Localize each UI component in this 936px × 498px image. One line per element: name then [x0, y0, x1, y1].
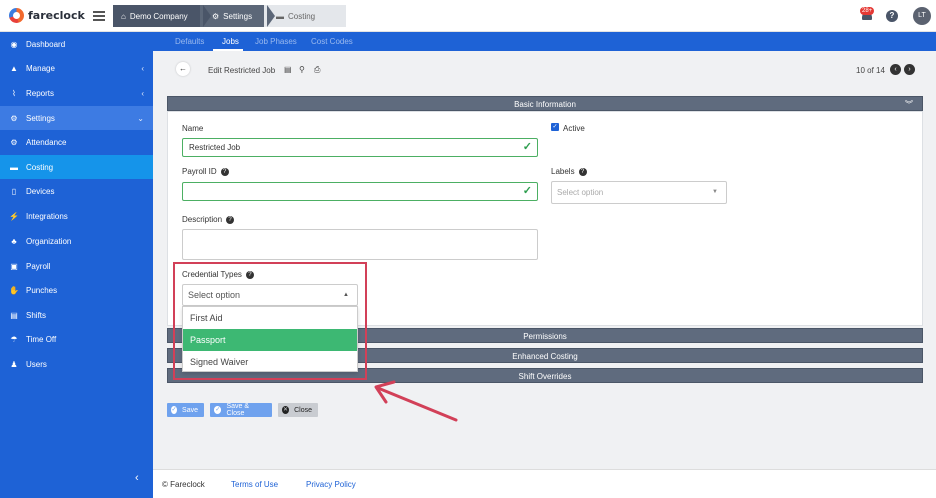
collapse-double-chevron-icon[interactable]: ︾ [905, 97, 913, 112]
attendance-icon: ⚙ [10, 137, 18, 147]
umbrella-icon: ☂ [10, 334, 18, 344]
help-icon: ? [245, 270, 254, 279]
description-textarea[interactable] [182, 229, 538, 260]
sidebar-item-devices[interactable]: ▯ Devices [0, 179, 153, 203]
gear-icon: ⚙ [10, 113, 18, 123]
tab-job-phases[interactable]: Job Phases [255, 37, 297, 46]
id-card-icon[interactable]: ▤ [284, 65, 292, 74]
credential-types-select[interactable]: Select option ▲ [182, 284, 358, 306]
sidebar-collapse-chevron-icon[interactable]: ‹ [135, 472, 139, 484]
tab-defaults[interactable]: Defaults [175, 37, 204, 46]
chevron-down-icon: ⌄ [137, 113, 144, 123]
costing-icon: ▬ [10, 162, 18, 172]
close-circle-icon: ✕ [282, 406, 290, 414]
active-checkbox[interactable]: ✓ [551, 123, 559, 131]
name-label: Name [182, 124, 204, 133]
sidebar-item-costing[interactable]: ▬ Costing [0, 155, 153, 179]
org-icon: ♣ [11, 236, 17, 246]
check-circle-icon: ✓ [214, 406, 222, 414]
binoculars-icon[interactable]: ⚲ [299, 65, 305, 74]
tab-cost-codes[interactable]: Cost Codes [311, 37, 353, 46]
caret-down-icon: ▼ [712, 189, 718, 195]
sidebar: ◉ Dashboard ▲ Manage ‹ ⌇ Reports ‹ ⚙ Setting… [0, 32, 153, 498]
pager-count: 10 of 14 [856, 66, 885, 75]
shifts-icon: ▤ [10, 310, 18, 320]
chart-icon: ⌇ [12, 88, 16, 98]
sidebar-item-users[interactable]: ♟ Users [0, 352, 153, 376]
page-title: Edit Restricted Job [208, 66, 276, 75]
hamburger-menu-icon[interactable] [93, 11, 105, 21]
gear-icon: ⚙ [212, 11, 220, 21]
sidebar-item-organization[interactable]: ♣ Organization [0, 229, 153, 253]
chevron-left-icon: ‹ [141, 63, 144, 73]
footer: © Fareclock Terms of Use Privacy Policy [153, 469, 936, 498]
annotation-arrow-icon [374, 380, 458, 422]
breadcrumb-item-costing: ▬ Costing [264, 5, 346, 27]
back-arrow-button[interactable]: ← [176, 62, 190, 76]
labels-label: Labels? [551, 167, 587, 176]
sidebar-item-manage[interactable]: ▲ Manage ‹ [0, 56, 153, 80]
valid-check-icon: ✓ [522, 141, 532, 153]
terms-of-use-link[interactable]: Terms of Use [231, 480, 278, 489]
payroll-id-input[interactable]: ✓ [182, 182, 538, 201]
device-icon: ▯ [11, 186, 17, 196]
tab-jobs[interactable]: Jobs [222, 37, 239, 46]
labels-select[interactable]: Select option ▼ [551, 181, 727, 204]
breadcrumb-item-company[interactable]: ⌂ Demo Company [113, 5, 211, 27]
payroll-id-label: Payroll ID? [182, 167, 229, 176]
name-input[interactable]: Restricted Job ✓ [182, 138, 538, 157]
person-icon: ▲ [10, 63, 18, 73]
user-avatar[interactable]: LT [913, 7, 931, 25]
sidebar-item-dashboard[interactable]: ◉ Dashboard [0, 32, 153, 56]
logo[interactable]: fareclock [9, 8, 85, 23]
users-icon: ♟ [10, 359, 18, 369]
help-icon: ? [226, 215, 235, 224]
dropdown-option-first-aid[interactable]: First Aid [183, 307, 357, 329]
next-record-button[interactable]: › [904, 64, 915, 75]
sub-navigation: Defaults Jobs Job Phases Cost Codes [153, 32, 936, 51]
sidebar-item-settings[interactable]: ⚙ Settings ⌄ [0, 106, 153, 130]
dropdown-option-passport[interactable]: Passport [183, 329, 357, 351]
dropdown-option-signed-waiver[interactable]: Signed Waiver [183, 351, 357, 373]
sidebar-item-time-off[interactable]: ☂ Time Off [0, 327, 153, 351]
footer-copyright: © Fareclock [162, 480, 205, 489]
sidebar-item-integrations[interactable]: ⚡ Integrations [0, 204, 153, 228]
help-icon: ? [220, 167, 229, 176]
close-button[interactable]: ✕ Close [278, 403, 318, 417]
save-button[interactable]: ✓ Save [167, 403, 204, 417]
caret-up-icon: ▲ [343, 292, 349, 298]
payroll-icon: ▣ [10, 261, 18, 271]
top-bar: fareclock ⌂ Demo Company ⚙ Settings ▬ Co… [0, 0, 936, 32]
sidebar-item-attendance[interactable]: ⚙ Attendance [0, 130, 153, 154]
credential-types-label: Credential Types? [182, 270, 254, 279]
dashboard-icon: ◉ [10, 39, 18, 49]
description-label: Description? [182, 215, 235, 224]
save-and-close-button[interactable]: ✓ Save & Close [210, 403, 272, 417]
active-label: Active [563, 124, 585, 133]
help-icon[interactable]: ? [886, 10, 898, 22]
costing-icon: ▬ [276, 11, 284, 21]
punch-icon: ✋ [9, 285, 19, 295]
sidebar-item-payroll[interactable]: ▣ Payroll [0, 254, 153, 278]
sidebar-item-punches[interactable]: ✋ Punches [0, 278, 153, 302]
valid-check-icon: ✓ [522, 185, 532, 197]
notification-badge: 28+ [860, 7, 875, 15]
previous-record-button[interactable]: ‹ [890, 64, 901, 75]
logo-mark-icon [9, 8, 24, 23]
plug-icon: ⚡ [9, 211, 19, 221]
check-circle-icon: ✓ [171, 406, 178, 414]
chevron-left-icon: ‹ [141, 88, 144, 98]
sidebar-item-shifts[interactable]: ▤ Shifts [0, 303, 153, 327]
home-icon: ⌂ [121, 11, 126, 21]
section-basic-information[interactable]: Basic Information ︾ [167, 96, 923, 111]
help-icon: ? [578, 167, 587, 176]
sidebar-item-reports[interactable]: ⌇ Reports ‹ [0, 81, 153, 105]
privacy-policy-link[interactable]: Privacy Policy [306, 480, 356, 489]
print-icon[interactable]: ⎙ [314, 65, 320, 75]
logo-text: fareclock [28, 9, 85, 22]
credential-types-dropdown: First Aid Passport Signed Waiver [182, 306, 358, 372]
